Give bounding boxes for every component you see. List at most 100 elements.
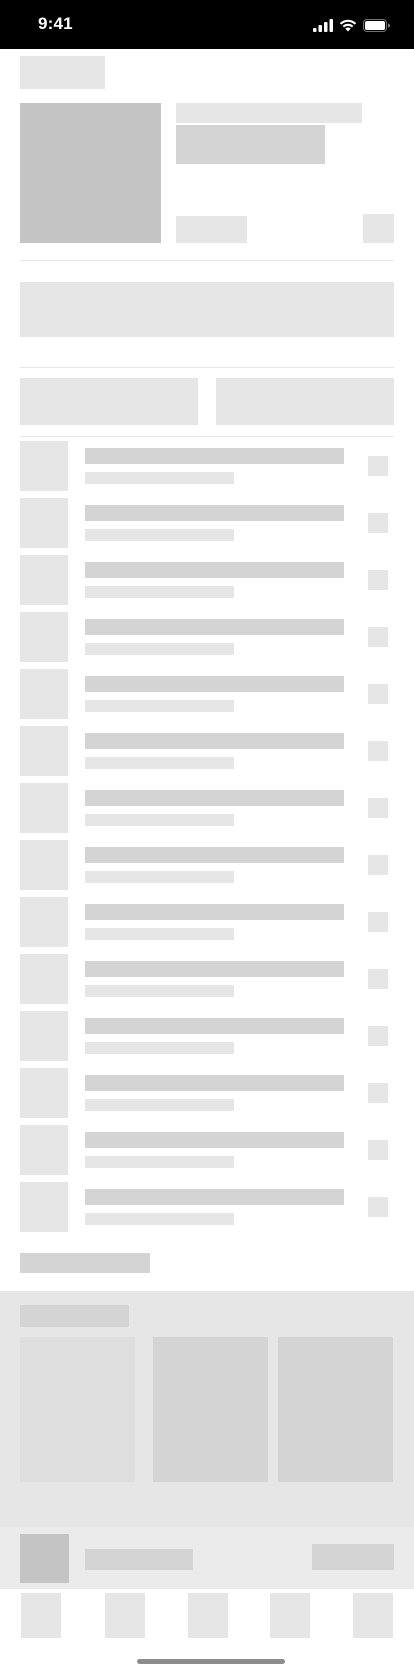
cover-art-placeholder — [20, 103, 161, 243]
rec-card[interactable] — [20, 1337, 135, 1482]
divider — [20, 436, 394, 437]
divider — [20, 260, 394, 261]
follow-button-placeholder[interactable] — [176, 216, 247, 243]
list-item-subtitle-placeholder — [85, 472, 234, 484]
rec-card[interactable] — [153, 1337, 268, 1482]
title-placeholder — [176, 125, 325, 164]
list-item-title-placeholder — [85, 733, 344, 749]
mini-player-control-placeholder[interactable] — [312, 1544, 394, 1570]
list-item-subtitle-placeholder — [85, 700, 234, 712]
mini-player-artwork — [20, 1534, 69, 1583]
list-item[interactable] — [0, 1068, 414, 1125]
list-item-title-placeholder — [85, 619, 344, 635]
subtitle-placeholder — [176, 103, 362, 123]
list-item[interactable] — [0, 498, 414, 555]
tab-item[interactable] — [353, 1593, 393, 1638]
list-item-subtitle-placeholder — [85, 928, 234, 940]
list-item-title-placeholder — [85, 1189, 344, 1205]
section-label-placeholder — [20, 1253, 150, 1273]
list-item-thumbnail — [20, 954, 68, 1004]
list-item-thumbnail — [20, 1068, 68, 1118]
list-item[interactable] — [0, 1011, 414, 1068]
list-item-title-placeholder — [85, 904, 344, 920]
list-item-title-placeholder — [85, 1075, 344, 1091]
list-item-thumbnail — [20, 726, 68, 776]
back-button-placeholder[interactable] — [20, 56, 105, 89]
list-item-thumbnail — [20, 1011, 68, 1061]
list-item-subtitle-placeholder — [85, 1213, 234, 1225]
list-item-action-placeholder[interactable] — [368, 798, 388, 818]
list-item[interactable] — [0, 555, 414, 612]
rec-card[interactable] — [278, 1337, 393, 1482]
mini-player[interactable] — [0, 1527, 414, 1589]
list-item-thumbnail — [20, 840, 68, 890]
list-item-subtitle-placeholder — [85, 871, 234, 883]
list-item-subtitle-placeholder — [85, 586, 234, 598]
list-item-title-placeholder — [85, 790, 344, 806]
list-item-title-placeholder — [85, 448, 344, 464]
list-item-action-placeholder[interactable] — [368, 855, 388, 875]
list-item-action-placeholder[interactable] — [368, 456, 388, 476]
list-item[interactable] — [0, 783, 414, 840]
list-item-title-placeholder — [85, 1018, 344, 1034]
list-item[interactable] — [0, 669, 414, 726]
list-item-title-placeholder — [85, 1132, 344, 1148]
list-item-title-placeholder — [85, 961, 344, 977]
list-item[interactable] — [0, 1182, 414, 1239]
recommendation-section — [0, 1291, 414, 1527]
list-item-action-placeholder[interactable] — [368, 684, 388, 704]
list-item-action-placeholder[interactable] — [368, 513, 388, 533]
list-item-action-placeholder[interactable] — [368, 741, 388, 761]
divider — [20, 367, 394, 368]
list-item-thumbnail — [20, 1125, 68, 1175]
list-item[interactable] — [0, 726, 414, 783]
tab-item[interactable] — [21, 1593, 61, 1638]
list-item-action-placeholder[interactable] — [368, 1083, 388, 1103]
status-bar: 9:41 — [0, 0, 414, 49]
list-item-thumbnail — [20, 1182, 68, 1232]
list-item-thumbnail — [20, 897, 68, 947]
list-item[interactable] — [0, 840, 414, 897]
more-button-placeholder[interactable] — [363, 214, 394, 243]
list-item-thumbnail — [20, 612, 68, 662]
list-item-subtitle-placeholder — [85, 1042, 234, 1054]
list-item-thumbnail — [20, 783, 68, 833]
play-button-placeholder[interactable] — [20, 378, 198, 425]
mini-player-title-placeholder — [85, 1549, 193, 1570]
list-item-action-placeholder[interactable] — [368, 570, 388, 590]
list-item-title-placeholder — [85, 505, 344, 521]
tab-item[interactable] — [105, 1593, 145, 1638]
list-item[interactable] — [0, 441, 414, 498]
list-item-title-placeholder — [85, 562, 344, 578]
list-item-title-placeholder — [85, 847, 344, 863]
list-item[interactable] — [0, 897, 414, 954]
list-item-action-placeholder[interactable] — [368, 1026, 388, 1046]
list-item-subtitle-placeholder — [85, 643, 234, 655]
rec-title-placeholder — [20, 1305, 129, 1327]
home-indicator — [137, 1659, 285, 1664]
list-item-action-placeholder[interactable] — [368, 1197, 388, 1217]
list-item[interactable] — [0, 954, 414, 1011]
list-item-action-placeholder[interactable] — [368, 627, 388, 647]
list-item-thumbnail — [20, 669, 68, 719]
list-item-action-placeholder[interactable] — [368, 1140, 388, 1160]
list-item[interactable] — [0, 1125, 414, 1182]
list-item-subtitle-placeholder — [85, 814, 234, 826]
list-item-subtitle-placeholder — [85, 757, 234, 769]
tab-item[interactable] — [270, 1593, 310, 1638]
list-item-subtitle-placeholder — [85, 1099, 234, 1111]
list-item-action-placeholder[interactable] — [368, 969, 388, 989]
description-placeholder — [20, 282, 394, 337]
tab-item[interactable] — [188, 1593, 228, 1638]
list-item-title-placeholder — [85, 676, 344, 692]
list-item-subtitle-placeholder — [85, 985, 234, 997]
list-item[interactable] — [0, 612, 414, 669]
list-item-thumbnail — [20, 441, 68, 491]
signal-icon — [313, 18, 333, 32]
list-item-subtitle-placeholder — [85, 529, 234, 541]
list-item-subtitle-placeholder — [85, 1156, 234, 1168]
shuffle-button-placeholder[interactable] — [216, 378, 394, 425]
list-item-action-placeholder[interactable] — [368, 912, 388, 932]
status-time: 9:41 — [38, 14, 73, 33]
battery-icon — [363, 18, 390, 32]
